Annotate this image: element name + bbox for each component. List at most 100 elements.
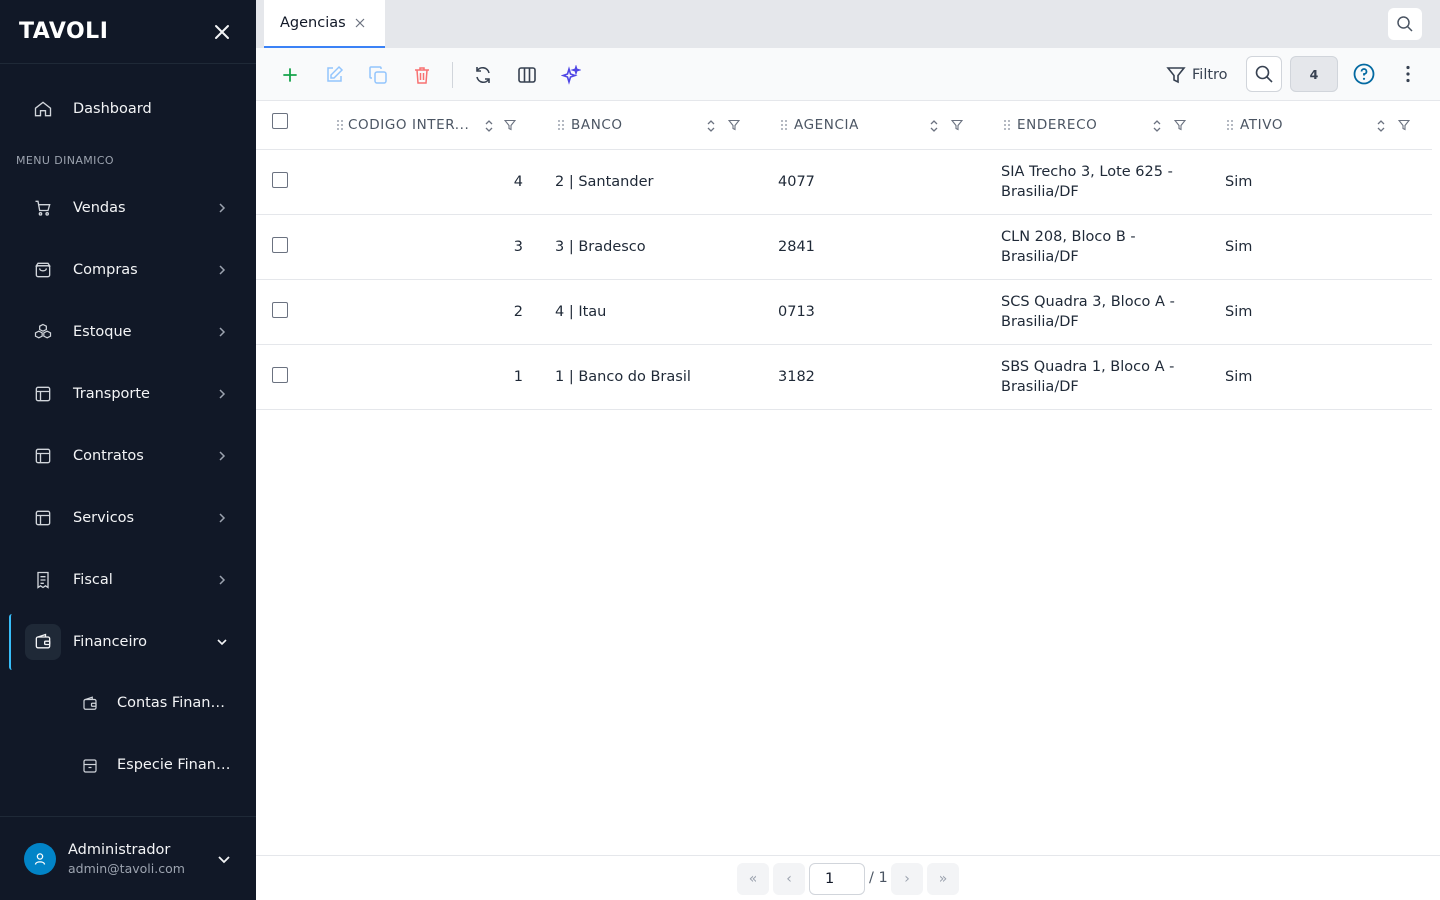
cell-ativo: Sim: [1225, 239, 1253, 255]
cell-ativo: Sim: [1225, 304, 1253, 320]
column-filter-icon[interactable]: [728, 119, 740, 131]
sidebar-item-label: Vendas: [73, 200, 126, 216]
sidebar-item-label: Transporte: [73, 386, 150, 402]
sparkles-icon: [561, 65, 581, 85]
column-filter-icon[interactable]: [951, 119, 963, 131]
page-number-input[interactable]: [809, 863, 865, 895]
row-checkbox[interactable]: [272, 237, 288, 253]
sidebar-item-transporte[interactable]: Transporte: [0, 368, 256, 420]
column-label: AGENCIA: [794, 117, 859, 133]
row-checkbox[interactable]: [272, 367, 288, 383]
drag-handle-icon[interactable]: [780, 119, 788, 131]
sort-icon[interactable]: [1376, 119, 1386, 133]
column-filter-icon[interactable]: [504, 119, 516, 131]
filter-button[interactable]: Filtro: [1166, 62, 1228, 88]
filter-label: Filtro: [1192, 67, 1228, 83]
wallet-icon: [35, 633, 51, 649]
sidebar-item-estoque[interactable]: Estoque: [0, 306, 256, 358]
table-icon: [35, 386, 51, 402]
more-vertical-icon[interactable]: [1396, 62, 1420, 86]
refresh-icon: [476, 67, 490, 83]
user-icon: [34, 853, 46, 865]
sidebar-item-financeiro[interactable]: Financeiro: [0, 616, 256, 668]
sort-icon[interactable]: [706, 119, 716, 133]
first-page-button[interactable]: «: [737, 863, 769, 895]
cell-banco: 2 | Santander: [555, 174, 654, 190]
user-panel[interactable]: Administrador admin@tavoli.com: [0, 816, 256, 900]
column-filter-icon[interactable]: [1174, 119, 1186, 131]
user-email: admin@tavoli.com: [68, 861, 185, 876]
refresh-button[interactable]: [471, 63, 495, 87]
sidebar-item-vendas[interactable]: Vendas: [0, 182, 256, 234]
drag-handle-icon[interactable]: [1226, 119, 1234, 131]
edit-button[interactable]: [322, 63, 346, 87]
row-checkbox[interactable]: [272, 302, 288, 318]
sort-icon[interactable]: [484, 119, 494, 133]
column-header-banco[interactable]: BANCO: [557, 101, 757, 149]
column-label: BANCO: [571, 117, 623, 133]
avatar: [24, 843, 56, 875]
delete-button[interactable]: [410, 63, 434, 87]
sidebar-item-label: Contratos: [73, 448, 144, 464]
close-icon[interactable]: [355, 18, 365, 28]
ai-button[interactable]: [559, 63, 583, 87]
prev-page-button[interactable]: ‹: [773, 863, 805, 895]
add-button[interactable]: [278, 63, 302, 87]
sidebar-item-fiscal[interactable]: Fiscal: [0, 554, 256, 606]
cell-endereco: CLN 208, Bloco B - Brasilia/DF: [1001, 229, 1136, 265]
column-header-agencia[interactable]: AGENCIA: [780, 101, 980, 149]
sidebar-item-servicos[interactable]: Servicos: [0, 492, 256, 544]
column-filter-icon[interactable]: [1398, 119, 1410, 131]
column-header-codigo[interactable]: CODIGO INTER...: [334, 101, 534, 149]
cell-endereco: SBS Quadra 1, Bloco A - Brasilia/DF: [1001, 359, 1175, 395]
page-total: / 1: [869, 870, 888, 886]
sidebar-item-dashboard[interactable]: Dashboard: [0, 83, 256, 135]
sidebar-subitem-especie-financeira[interactable]: Especie Financeira: [0, 740, 256, 792]
help-icon[interactable]: [1352, 62, 1376, 86]
table-row[interactable]: 1 1 | Banco do Brasil 3182 SBS Quadra 1,…: [256, 345, 1432, 410]
pagination: « ‹ / 1 › »: [256, 855, 1440, 900]
sort-icon[interactable]: [929, 119, 939, 133]
drag-handle-icon[interactable]: [557, 119, 565, 131]
table-row[interactable]: 2 4 | Itau 0713 SCS Quadra 3, Bloco A - …: [256, 280, 1432, 345]
select-all-checkbox[interactable]: [272, 113, 288, 129]
sidebar-subitem-label: Especie Financeira: [117, 757, 232, 773]
sidebar-item-contratos[interactable]: Contratos: [0, 430, 256, 482]
columns-button[interactable]: [515, 63, 539, 87]
table-header: CODIGO INTER... BANCO AGENCIA ENDERECO A…: [256, 101, 1432, 150]
sidebar-subitem-contas-financeiras[interactable]: Contas Financeiras: [0, 678, 256, 730]
cell-agencia: 4077: [778, 174, 815, 190]
sidebar-item-compras[interactable]: Compras: [0, 244, 256, 296]
tab-agencias[interactable]: Agencias: [264, 0, 385, 48]
sort-icon[interactable]: [1152, 119, 1162, 133]
sidebar-item-label: Compras: [73, 262, 138, 278]
cell-agencia: 0713: [778, 304, 815, 320]
main-content: Agencias Filtro 4 CODIGO INTER... BANCO …: [256, 0, 1440, 900]
chevron-right-icon: [219, 575, 226, 585]
table-icon: [35, 448, 51, 464]
last-page-button[interactable]: »: [927, 863, 959, 895]
drag-handle-icon[interactable]: [336, 119, 344, 131]
cell-codigo: 1: [513, 369, 523, 385]
drag-handle-icon[interactable]: [1003, 119, 1011, 131]
row-checkbox[interactable]: [272, 172, 288, 188]
toolbar: Filtro 4: [256, 48, 1440, 101]
table-icon: [35, 510, 51, 526]
search-button[interactable]: [1246, 56, 1282, 92]
next-page-button[interactable]: ›: [891, 863, 923, 895]
duplicate-button[interactable]: [366, 63, 390, 87]
global-search-button[interactable]: [1388, 8, 1422, 40]
cell-codigo: 3: [513, 239, 523, 255]
archive-icon: [83, 759, 97, 773]
shopping-bag-icon: [35, 262, 51, 278]
table-row[interactable]: 4 2 | Santander 4077 SIA Trecho 3, Lote …: [256, 150, 1432, 215]
column-header-endereco[interactable]: ENDERECO: [1003, 101, 1203, 149]
close-icon[interactable]: [212, 22, 232, 42]
chevron-right-icon: [219, 203, 226, 213]
chevron-down-icon[interactable]: [216, 851, 232, 867]
tab-bar: Agencias: [256, 0, 1440, 48]
filter-icon: [1166, 67, 1186, 84]
column-header-ativo[interactable]: ATIVO: [1226, 101, 1426, 149]
table-row[interactable]: 3 3 | Bradesco 2841 CLN 208, Bloco B - B…: [256, 215, 1432, 280]
record-count-badge: 4: [1290, 56, 1338, 92]
